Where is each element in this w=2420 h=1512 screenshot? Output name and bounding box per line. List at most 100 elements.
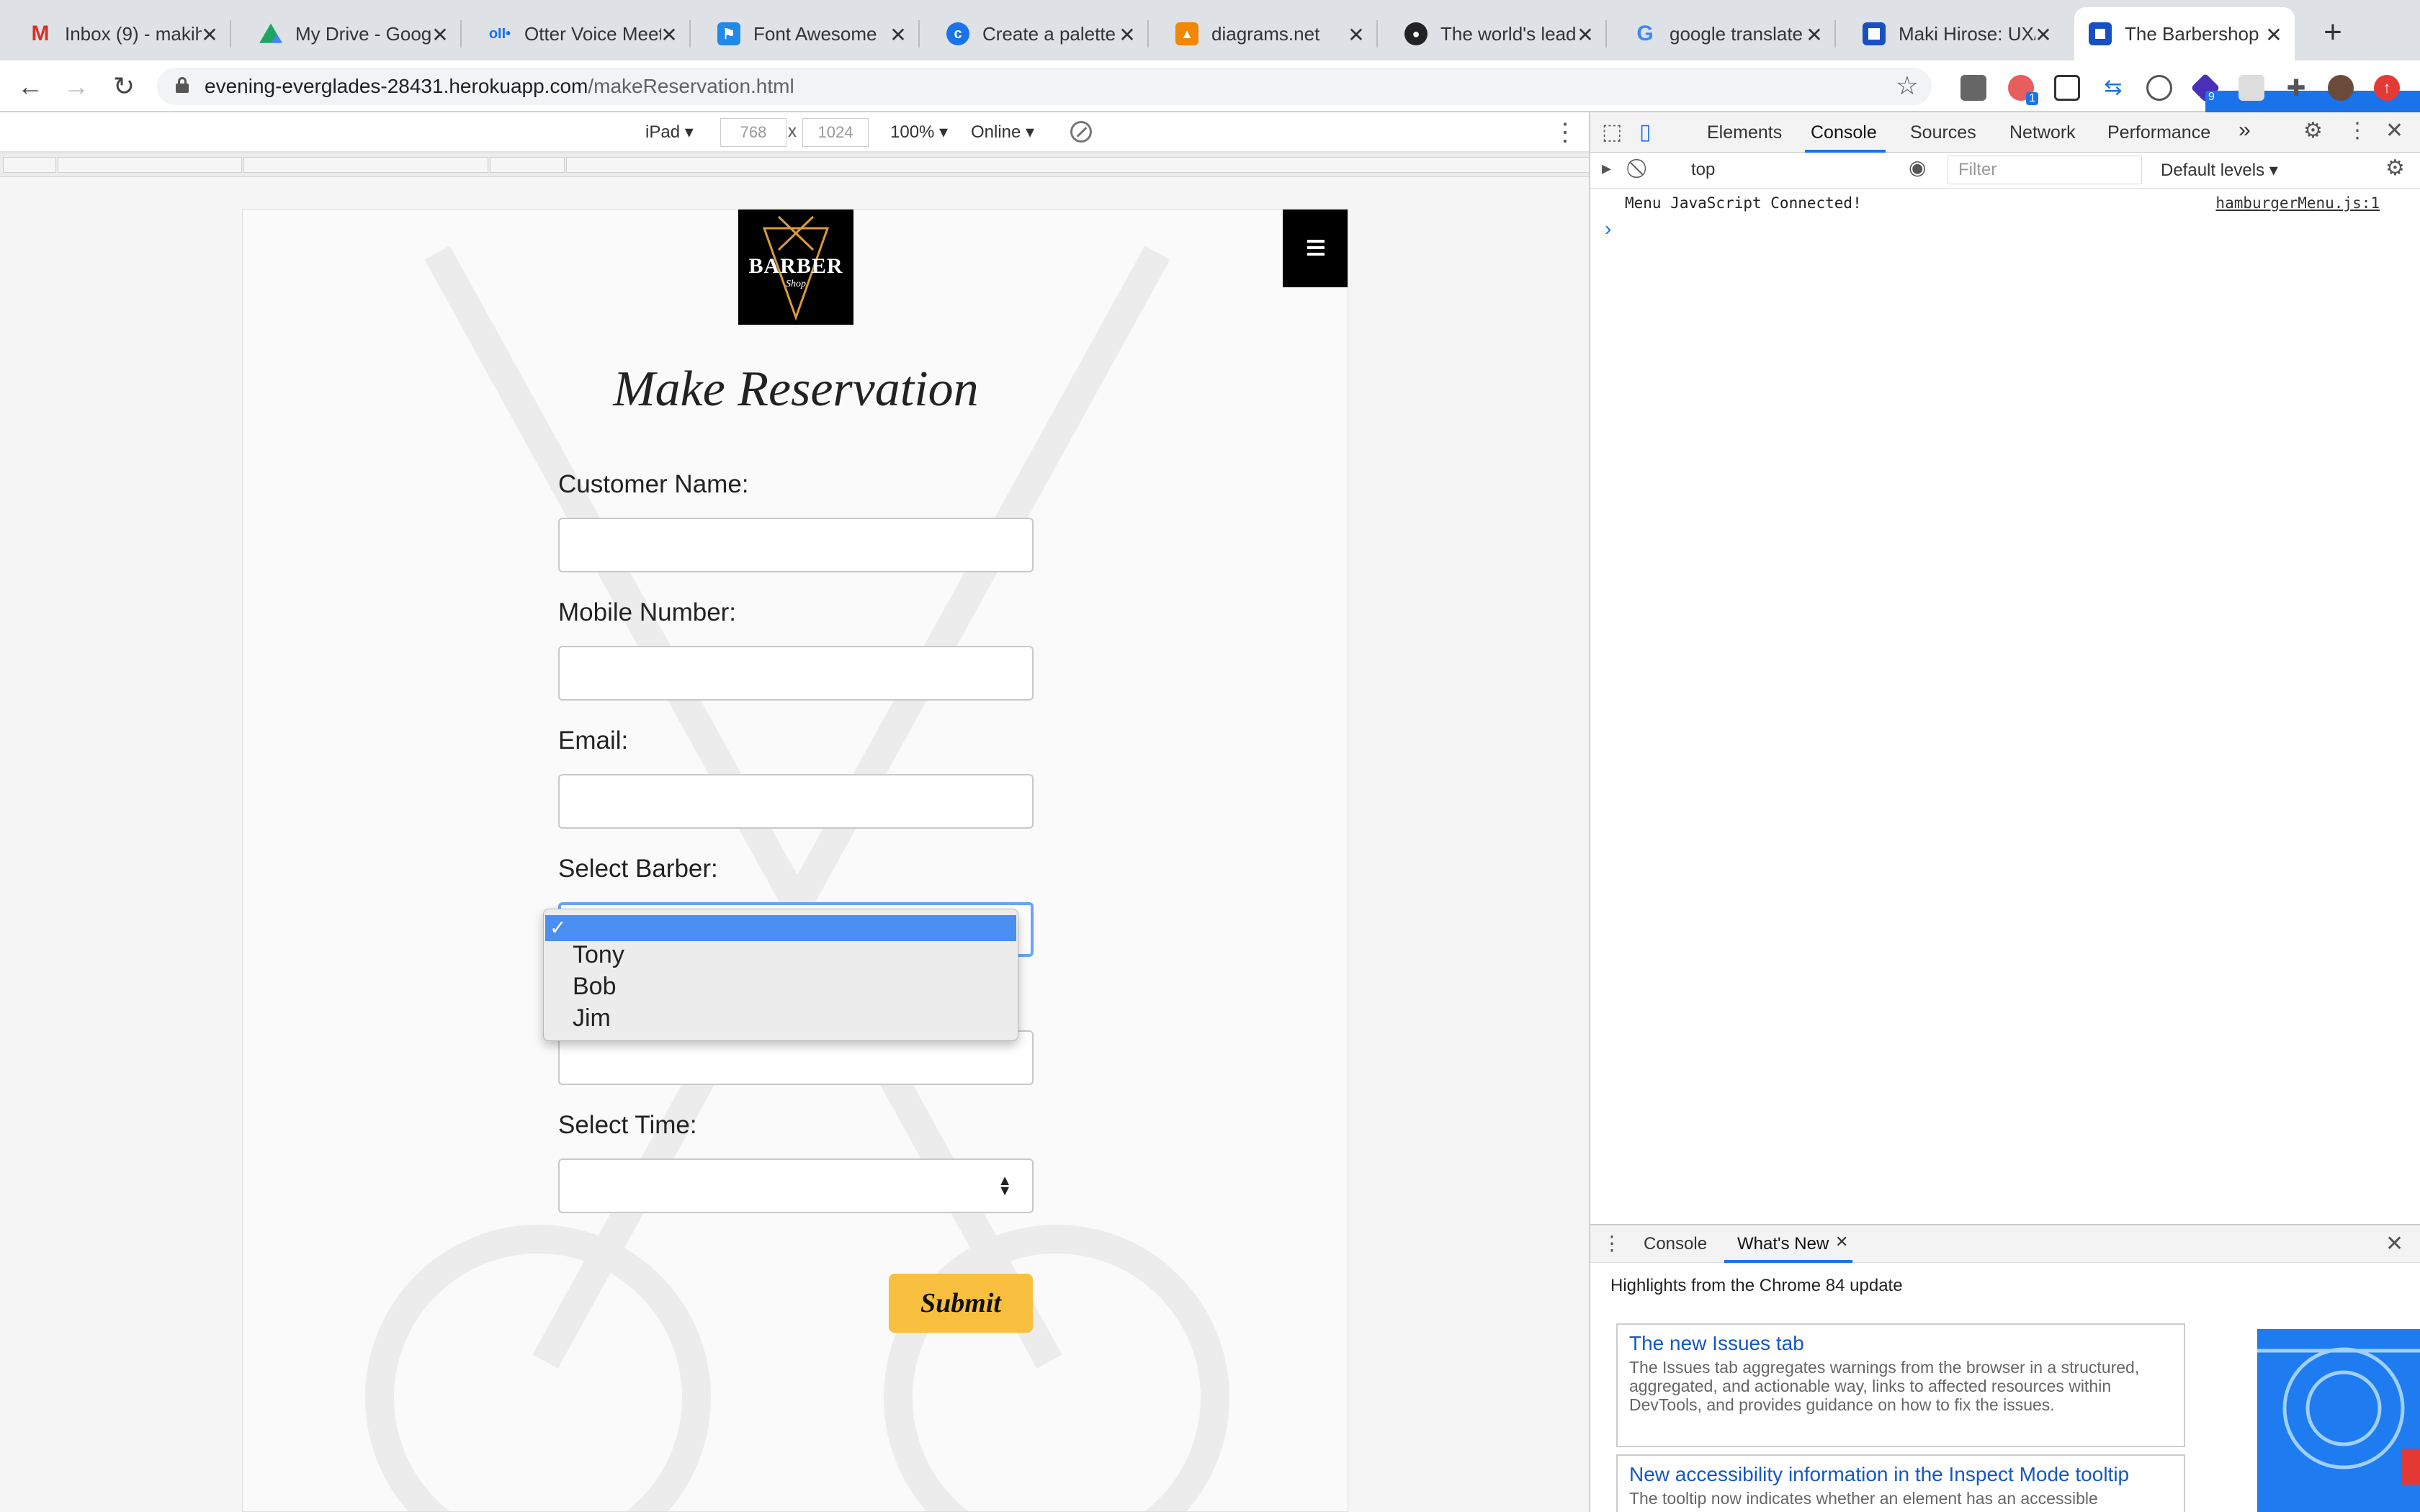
tab-github[interactable]: ● The world's lead ✕ (1390, 7, 1607, 60)
tab-diagrams[interactable]: ▲ diagrams.net ✕ (1161, 7, 1378, 60)
height-input[interactable]: 1024 (802, 118, 869, 147)
dropdown-option-jim[interactable]: Jim (573, 1004, 611, 1032)
tab-google-drive[interactable]: My Drive - Google ✕ (245, 7, 462, 60)
devtools-panel: ⬚ ▯ Elements Console Sources Network Per… (1589, 112, 2420, 1512)
tab-maki-hirose[interactable]: Maki Hirose: UX/ ✕ (1848, 7, 2064, 60)
tab-network[interactable]: Network (2009, 122, 2076, 143)
customer-name-input[interactable] (558, 518, 1034, 572)
submit-button[interactable]: Submit (889, 1274, 1033, 1333)
tab-google-translate[interactable]: G google translate ✕ (1619, 7, 1836, 60)
barbershop-logo[interactable]: BARBER Shop (738, 210, 853, 325)
update-icon[interactable]: ↑ (2374, 75, 2400, 101)
console-source-link[interactable]: hamburgerMenu.js:1 (2215, 194, 2380, 212)
extension-one-icon[interactable] (1960, 75, 1986, 101)
card-body: The tooltip now indicates whether an ele… (1629, 1489, 2098, 1508)
back-icon[interactable]: ← (13, 69, 48, 104)
tab-title: Otter Voice Meeti (524, 22, 661, 45)
drawer-menu-icon[interactable]: ⋮ (1602, 1231, 1622, 1255)
card-title[interactable]: New accessibility information in the Ins… (1629, 1463, 2172, 1486)
kebab-menu-icon[interactable]: ⋮ (2347, 118, 2368, 143)
close-icon[interactable]: ✕ (1345, 23, 1367, 47)
tab-barbershop[interactable]: The Barbershop ✕ (2074, 7, 2295, 60)
drawer-tab-console[interactable]: Console (1644, 1234, 1707, 1254)
puzzle-extensions-icon[interactable]: ✚ (2283, 75, 2309, 101)
card-title[interactable]: The new Issues tab (1629, 1332, 2172, 1355)
screen-capture-icon[interactable] (2054, 75, 2080, 101)
log-levels-select[interactable]: Default levels ▾ (2161, 160, 2278, 181)
tab-sources[interactable]: Sources (1910, 122, 1976, 143)
close-drawer-icon[interactable]: ✕ (2385, 1231, 2403, 1256)
console-settings-icon[interactable]: ⚙ (2385, 156, 2405, 181)
checkmark-icon: ✓ (550, 917, 567, 939)
reload-icon[interactable]: ↻ (107, 69, 141, 104)
zoom-select[interactable]: 100% ▾ (890, 122, 948, 143)
bookmark-star-icon[interactable]: ☆ (1896, 71, 1919, 101)
tab-font-awesome[interactable]: ⚑ Font Awesome ✕ (703, 7, 920, 60)
github-icon: ● (1404, 22, 1428, 45)
close-icon[interactable]: ✕ (1803, 23, 1825, 47)
font-awesome-flag-icon: ⚑ (717, 22, 740, 45)
device-select[interactable]: iPad ▾ (645, 122, 694, 143)
tab-title: The Barbershop (2125, 22, 2259, 45)
otter-icon: oII• (488, 25, 511, 42)
more-tabs-icon[interactable]: » (2238, 118, 2251, 143)
tab-otter[interactable]: oII• Otter Voice Meeti ✕ (474, 7, 691, 60)
rotate-icon[interactable] (1070, 121, 1092, 143)
mobile-number-input[interactable] (558, 646, 1034, 701)
close-icon[interactable]: ✕ (1574, 23, 1596, 47)
inspect-element-icon[interactable]: ⬚ (1602, 120, 1622, 145)
console-prompt[interactable]: › (1605, 217, 1611, 240)
close-icon[interactable]: ✕ (2385, 118, 2403, 143)
tab-elements[interactable]: Elements (1707, 122, 1782, 143)
tab-performance[interactable]: Performance (2107, 122, 2210, 143)
gear-icon[interactable]: ⚙ (2303, 118, 2323, 143)
console-filter-input[interactable]: Filter (1948, 156, 2142, 184)
dropdown-option-tony[interactable]: Tony (573, 941, 624, 969)
devtools-tab-bar: ⬚ ▯ Elements Console Sources Network Per… (1590, 112, 2420, 153)
close-icon[interactable]: ✕ (1116, 23, 1138, 47)
dropdown-option-blank[interactable]: ✓ (545, 915, 1016, 941)
sidebar-toggle-icon[interactable]: ▸ (1602, 157, 1611, 179)
close-icon[interactable]: ✕ (658, 23, 680, 47)
close-icon[interactable]: ✕ (199, 23, 220, 47)
whats-new-card[interactable]: The new Issues tab The Issues tab aggreg… (1616, 1323, 2185, 1447)
barber-dropdown-list[interactable]: ✓ Tony Bob Jim (543, 909, 1018, 1041)
more-options-icon[interactable]: ⋮ (1553, 118, 1577, 147)
tab-coolors[interactable]: c Create a palette ✕ (932, 7, 1149, 60)
close-icon[interactable]: ✕ (887, 23, 909, 47)
url-text: evening-everglades-28431.herokuapp.com/m… (205, 75, 794, 97)
extension-two-icon[interactable]: 1 (2008, 75, 2038, 105)
device-toggle-icon[interactable]: ▯ (1639, 120, 1652, 145)
eye-icon[interactable]: ◉ (1909, 156, 1926, 179)
close-icon[interactable]: ✕ (2033, 23, 2054, 47)
email-input[interactable] (558, 774, 1034, 829)
extension-grey-icon[interactable] (2238, 75, 2264, 101)
diagrams-icon: ▲ (1175, 22, 1198, 45)
close-icon[interactable]: ✕ (429, 23, 451, 47)
time-select[interactable]: ▲ ▼ (558, 1158, 1034, 1213)
google-drive-icon (259, 23, 282, 43)
new-tab-button[interactable]: + (2315, 14, 2351, 50)
dropdown-option-bob[interactable]: Bob (573, 973, 617, 1001)
tab-console[interactable]: Console (1811, 122, 1877, 143)
extension-circle-icon[interactable] (2146, 75, 2172, 101)
width-input[interactable]: 768 (720, 118, 786, 147)
tab-gmail[interactable]: M Inbox (9) - makih ✕ (14, 7, 231, 60)
tab-title: The world's lead (1440, 22, 1577, 45)
avatar[interactable] (2328, 75, 2354, 101)
mobile-number-label: Mobile Number: (558, 598, 737, 626)
hamburger-menu-button[interactable] (1283, 210, 1348, 287)
whats-new-heading: Highlights from the Chrome 84 update (1610, 1276, 1903, 1295)
network-select[interactable]: Online ▾ (971, 122, 1034, 143)
tab-title: Create a palette (982, 22, 1116, 45)
close-icon[interactable]: ✕ (2263, 23, 2285, 47)
device-toolbar: iPad ▾ 768 x 1024 100% ▾ Online ▾ ⋮ (0, 112, 1589, 153)
media-query-bar[interactable] (0, 153, 1590, 177)
arrows-icon[interactable]: ⇆ (2100, 75, 2126, 101)
drawer-tab-whats-new[interactable]: What's New (1737, 1234, 1829, 1254)
console-message: Menu JavaScript Connected! (1625, 194, 1862, 212)
forward-icon[interactable]: → (59, 69, 94, 104)
address-bar[interactable]: evening-everglades-28431.herokuapp.com/m… (157, 68, 1932, 105)
whats-new-card[interactable]: New accessibility information in the Ins… (1616, 1454, 2185, 1512)
close-tab-icon[interactable]: ✕ (1835, 1233, 1848, 1251)
